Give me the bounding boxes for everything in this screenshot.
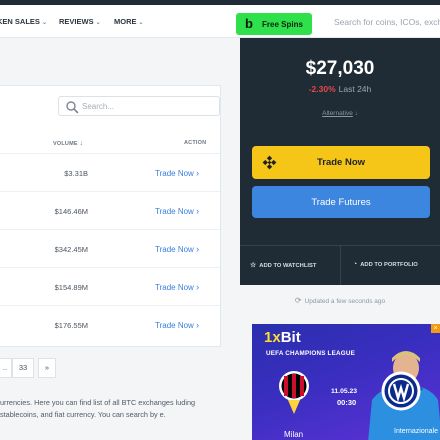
close-ad-icon[interactable]: × bbox=[431, 324, 440, 333]
site-search-input[interactable]: Search for coins, ICOs, exch bbox=[334, 17, 440, 27]
team-milan: Milan bbox=[284, 430, 304, 439]
row-divider bbox=[0, 191, 220, 192]
price-change-label: Last 24h bbox=[338, 84, 372, 94]
table-search-input[interactable]: Search... bbox=[58, 96, 220, 116]
team-internazionale: Internazionale bbox=[394, 428, 438, 435]
last-updated: ⟳ Updated a few seconds ago bbox=[294, 296, 386, 305]
chevron-right-icon: › bbox=[196, 320, 200, 330]
trade-futures-label: Trade Futures bbox=[311, 197, 371, 208]
trade-now-label: Trade Now bbox=[316, 157, 366, 168]
trade-now-link[interactable]: Trade Now › bbox=[155, 244, 199, 254]
trade-now-link[interactable]: Trade Now › bbox=[155, 282, 199, 292]
add-to-watchlist-button[interactable]: ☆ ADD TO WATCHLIST bbox=[250, 261, 316, 269]
add-to-portfolio-button[interactable]: ◔ ADD TO PORTFOLIO bbox=[353, 261, 418, 268]
table-row-volume: $154.89M bbox=[54, 283, 88, 292]
table-row-volume: $3.31B bbox=[64, 169, 88, 178]
table-row-volume: $146.46M bbox=[54, 207, 88, 216]
row-divider bbox=[0, 153, 220, 154]
price-change: -2.30% Last 24h bbox=[240, 84, 440, 94]
nav-token-sales[interactable]: KEN SALES ⌄ bbox=[0, 17, 47, 26]
chevron-right-icon: › bbox=[196, 206, 200, 216]
pagination-page-33[interactable]: 33 bbox=[12, 358, 34, 378]
trade-now-link[interactable]: Trade Now › bbox=[155, 320, 199, 330]
pie-chart-icon: ◔ bbox=[353, 261, 358, 268]
alternative-toggle[interactable]: Alternative ↓ bbox=[240, 110, 440, 117]
chevron-right-icon: › bbox=[196, 244, 200, 254]
exchanges-description: urrencies. Here you can find list of all… bbox=[0, 398, 196, 419]
top-nav: KEN SALES ⌄ REVIEWS ⌄ MORE ⌄ b Free Spins S… bbox=[0, 5, 440, 38]
column-header-volume[interactable]: VOLUME ↓ bbox=[53, 140, 83, 147]
nav-more[interactable]: MORE ⌄ bbox=[114, 17, 144, 26]
price-change-percent: -2.30% bbox=[308, 84, 336, 94]
trade-now-link[interactable]: Trade Now › bbox=[155, 206, 199, 216]
free-spins-label: Free Spins bbox=[262, 20, 303, 29]
chevron-right-icon: › bbox=[196, 282, 200, 292]
row-divider bbox=[0, 267, 220, 268]
match-date: 11.05.23 bbox=[331, 388, 358, 395]
table-row-volume: $342.45M bbox=[54, 245, 88, 254]
brand-logo-icon: b bbox=[245, 16, 253, 31]
milan-crest-icon bbox=[279, 371, 309, 414]
sort-arrow-icon: ↓ bbox=[79, 140, 84, 147]
trade-now-link[interactable]: Trade Now › bbox=[155, 168, 199, 178]
exchanges-table-card bbox=[0, 85, 221, 347]
column-header-action: ACTION bbox=[184, 140, 207, 146]
search-placeholder: Search... bbox=[82, 102, 115, 111]
arrow-down-icon: ↓ bbox=[354, 110, 358, 117]
match-time: 00:30 bbox=[337, 398, 357, 407]
chevron-down-icon: ⌄ bbox=[138, 20, 144, 26]
row-divider bbox=[0, 305, 220, 306]
pagination-ellipsis: .. bbox=[0, 358, 12, 378]
trade-now-button[interactable]: Trade Now bbox=[252, 146, 430, 179]
search-icon bbox=[66, 101, 79, 114]
free-spins-button[interactable]: b Free Spins bbox=[236, 13, 312, 35]
chevron-down-icon: ⌄ bbox=[41, 20, 47, 26]
panel-divider bbox=[340, 246, 341, 285]
chevron-right-icon: › bbox=[196, 168, 200, 178]
chevron-down-icon: ⌄ bbox=[95, 20, 101, 26]
star-icon: ☆ bbox=[250, 262, 257, 269]
ad-banner[interactable]: 1xBit UEFA CHAMPIONS LEAGUE 11.05.23 00:… bbox=[252, 324, 440, 440]
ad-brand-logo: 1xBit bbox=[264, 329, 301, 346]
refresh-icon: ⟳ bbox=[294, 296, 302, 305]
trade-futures-button[interactable]: Trade Futures bbox=[252, 186, 430, 218]
inter-crest-icon bbox=[381, 371, 421, 411]
row-divider bbox=[0, 229, 220, 230]
pagination-next-button[interactable]: » bbox=[38, 358, 56, 378]
price-panel: $27,030 -2.30% Last 24h Alternative ↓ Tra… bbox=[240, 38, 440, 285]
table-row-volume: $176.55M bbox=[54, 321, 88, 330]
nav-reviews[interactable]: REVIEWS ⌄ bbox=[59, 17, 101, 26]
ad-league-title: UEFA CHAMPIONS LEAGUE bbox=[266, 350, 355, 357]
btc-price: $27,030 bbox=[305, 58, 375, 79]
